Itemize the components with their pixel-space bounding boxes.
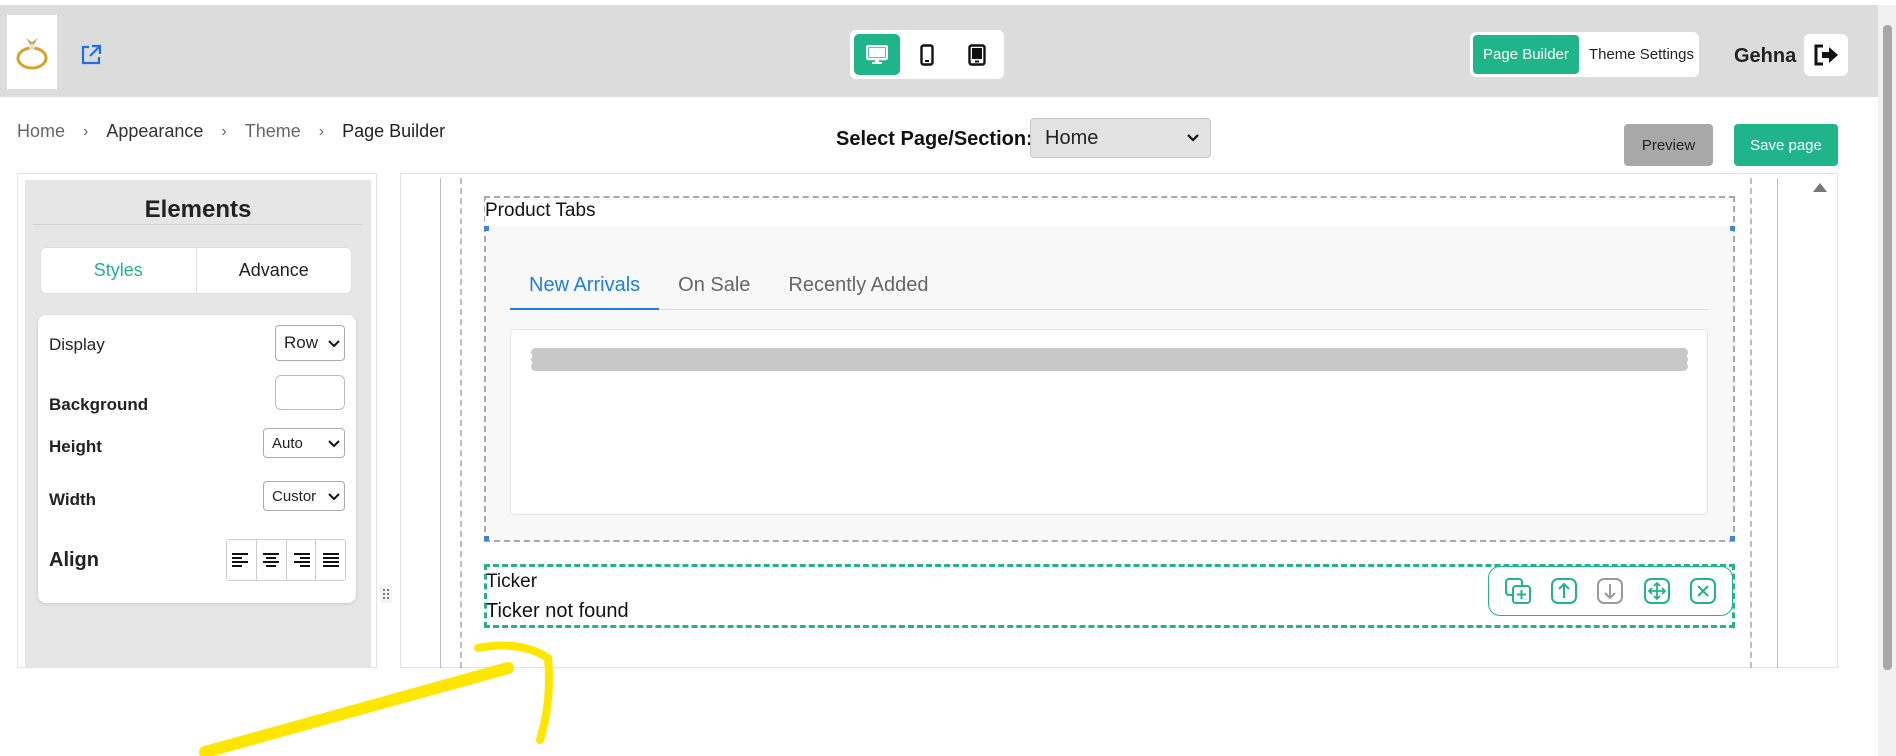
background-color-picker[interactable] (275, 375, 345, 410)
arrow-down-icon (1597, 578, 1624, 604)
height-select[interactable]: Auto (263, 428, 345, 458)
container-guide-left (460, 178, 462, 668)
ticker-label: Ticker (486, 571, 538, 592)
chevron-right-icon: › (318, 122, 325, 140)
resize-corner[interactable] (1730, 536, 1735, 541)
panel-resize-handle[interactable] (380, 585, 392, 603)
drag-handle-icon (383, 589, 389, 599)
breadcrumb-home[interactable]: Home (17, 121, 65, 142)
move-down-button[interactable] (1596, 577, 1624, 605)
tab-styles[interactable]: Styles (41, 248, 197, 293)
product-tabs-content (510, 329, 1708, 515)
arrow-up-icon (1551, 578, 1578, 604)
delete-block-button[interactable] (1689, 577, 1717, 605)
tab-new-arrivals[interactable]: New Arrivals (510, 262, 660, 310)
chevron-down-icon (328, 493, 340, 501)
align-center-button[interactable] (257, 540, 287, 580)
chevron-down-icon (1187, 134, 1199, 142)
page-builder-button[interactable]: Page Builder (1473, 35, 1579, 74)
display-label: Display (49, 335, 105, 354)
resize-corner[interactable] (484, 226, 489, 231)
page-scrollbar-thumb[interactable] (1883, 25, 1892, 670)
elements-panel-title: Elements (144, 196, 252, 223)
logout-icon (1814, 44, 1838, 66)
display-value: Row (284, 333, 319, 352)
logout-button[interactable] (1804, 34, 1848, 76)
duplicate-icon (1505, 578, 1532, 604)
height-label: Height (49, 437, 102, 456)
panel-tabs: Styles Advance (40, 247, 352, 294)
width-select[interactable]: Custor (263, 481, 345, 511)
breadcrumb-theme[interactable]: Theme (245, 121, 301, 142)
save-page-button[interactable]: Save page (1734, 124, 1838, 166)
move-arrows-icon (1643, 578, 1670, 604)
desktop-icon (866, 44, 888, 64)
height-value: Auto (272, 434, 303, 452)
align-label: Align (49, 549, 99, 571)
product-tabs-nav: New Arrivals On Sale Recently Added (510, 262, 1708, 310)
mode-toggle-group: Page Builder Theme Settings (1470, 32, 1699, 77)
page-scrollbar[interactable] (1878, 5, 1896, 756)
align-button-group (226, 539, 346, 581)
block-action-toolbar (1488, 566, 1733, 616)
close-icon (1689, 578, 1716, 604)
duplicate-block-button[interactable] (1504, 577, 1532, 605)
width-value: Custor (272, 487, 317, 505)
canvas-scroll-up-icon[interactable] (1813, 183, 1827, 192)
align-right-icon (293, 553, 310, 567)
mobile-view-button[interactable] (904, 34, 950, 75)
breadcrumb: Home › Appearance › Theme › Page Builder (17, 121, 445, 142)
drag-move-button[interactable] (1643, 577, 1671, 605)
product-tabs-label: Product Tabs (485, 200, 1733, 226)
tablet-icon (968, 43, 986, 66)
align-right-button[interactable] (287, 540, 317, 580)
page-select-value: Home (1045, 126, 1099, 149)
tablet-view-button[interactable] (954, 34, 1000, 75)
chevron-right-icon: › (83, 122, 89, 140)
divider (33, 224, 363, 225)
canvas-guide-left (440, 178, 441, 668)
username: Gehna (1734, 45, 1797, 67)
tab-on-sale[interactable]: On Sale (659, 262, 769, 308)
align-justify-button[interactable] (316, 540, 345, 580)
align-left-icon (232, 553, 249, 567)
ring-logo-icon (16, 38, 48, 70)
annotation-arrow-icon (199, 641, 553, 756)
breadcrumb-appearance[interactable]: Appearance (106, 121, 203, 142)
top-bar: Page Builder Theme Settings Gehna (0, 5, 1878, 97)
container-guide-right (1750, 178, 1752, 668)
theme-settings-button[interactable]: Theme Settings (1579, 35, 1704, 74)
display-select[interactable]: Row (275, 325, 345, 361)
tab-recently-added[interactable]: Recently Added (769, 262, 947, 308)
chevron-down-icon (328, 440, 340, 448)
width-label: Width (49, 490, 97, 509)
preview-button[interactable]: Preview (1624, 124, 1713, 166)
breadcrumb-page-builder: Page Builder (342, 121, 446, 141)
move-up-button[interactable] (1550, 577, 1578, 605)
desktop-view-button[interactable] (854, 34, 900, 75)
tab-advance[interactable]: Advance (197, 248, 352, 293)
style-properties: Display Row Background Height Auto Width… (38, 315, 356, 603)
page-select-label: Select Page/Section: (836, 128, 1033, 150)
device-toggle-group (850, 30, 1004, 79)
chevron-down-icon (328, 340, 340, 348)
background-label: Background (49, 395, 149, 414)
resize-corner[interactable] (1730, 226, 1735, 231)
align-justify-icon (322, 553, 339, 567)
ticker-empty-message: Ticker not found (486, 600, 629, 622)
loading-skeleton-line (531, 362, 1688, 371)
align-left-button[interactable] (227, 540, 257, 580)
page-section-select[interactable]: Home (1030, 118, 1211, 158)
store-logo[interactable] (7, 15, 57, 89)
align-center-icon (263, 553, 280, 567)
canvas-guide-right (1777, 178, 1778, 668)
resize-corner[interactable] (484, 536, 489, 541)
mobile-icon (920, 43, 934, 66)
external-link-icon[interactable] (79, 43, 103, 67)
chevron-right-icon: › (221, 122, 227, 140)
elements-panel: Elements Styles Advance Display Row Back… (25, 180, 371, 668)
